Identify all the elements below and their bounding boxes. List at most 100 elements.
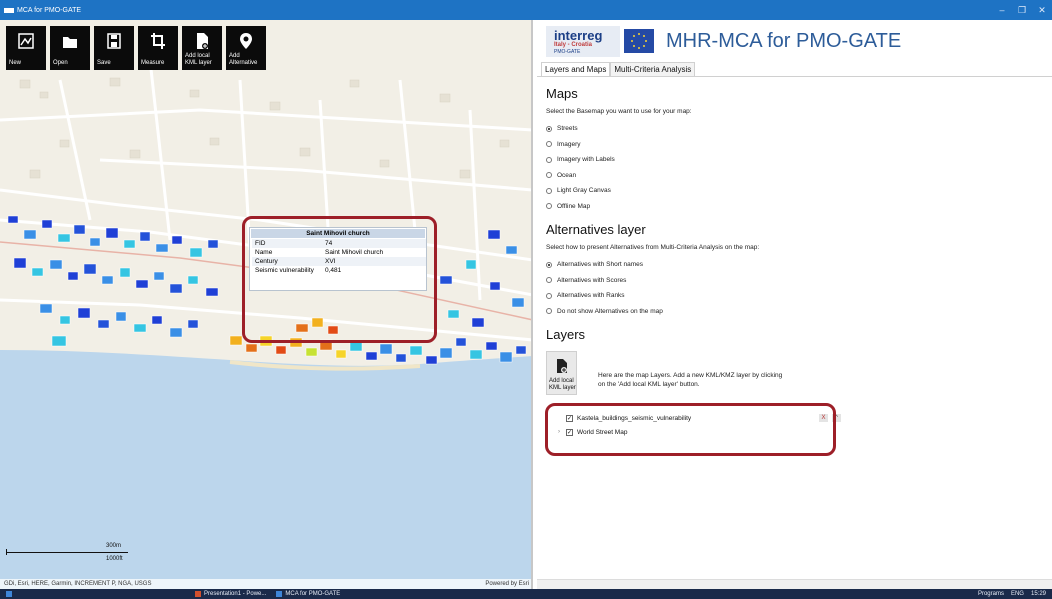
start-button[interactable] <box>6 591 15 597</box>
save-button[interactable]: Save <box>94 26 134 70</box>
new-label: New <box>9 60 22 66</box>
logo-subtitle: Italy - Croatia <box>554 41 593 48</box>
taskbar-item-mca[interactable]: MCA for PMO-GATE <box>276 591 340 597</box>
radio-label: Alternatives with Short names <box>557 261 643 269</box>
radio-label: Imagery with Labels <box>557 156 615 164</box>
scale-bar: 300m 1000ft <box>6 543 130 567</box>
layers-heading: Layers <box>546 327 586 342</box>
alternatives-description: Select how to present Alternatives from … <box>546 244 760 251</box>
radio-selected-icon <box>546 261 552 268</box>
basemap-option-offline[interactable]: Offline Map <box>546 199 1043 215</box>
basemap-option-streets[interactable]: Streets <box>546 121 1043 137</box>
scale-metric: 300m <box>106 543 122 549</box>
tray-clock[interactable]: 15:29 <box>1031 591 1046 597</box>
system-tray: Programs ENG 15:29 <box>978 589 1046 599</box>
panel-tabs: Layers and Maps Multi-Criteria Analysis <box>541 62 1052 76</box>
logo-project: PMO-GATE <box>554 48 581 55</box>
basemap-option-imagery[interactable]: Imagery <box>546 137 1043 153</box>
maps-description: Select the Basemap you want to use for y… <box>546 108 692 115</box>
new-button[interactable]: New <box>6 26 46 70</box>
tray-language[interactable]: ENG <box>1011 591 1024 597</box>
attribution-text: GDi, Esri, HERE, Garmin, INCREMENT P, NG… <box>4 581 152 587</box>
radio-label: Alternatives with Scores <box>557 276 627 284</box>
folder-icon <box>50 32 90 50</box>
basemap-option-ocean[interactable]: Ocean <box>546 168 1043 184</box>
minimize-button[interactable]: – <box>992 5 1012 15</box>
map-view[interactable]: New Open Save Measure Add local KML laye… <box>0 20 533 589</box>
radio-icon <box>546 292 552 299</box>
new-map-icon <box>6 32 46 50</box>
alternatives-heading: Alternatives layer <box>546 222 646 237</box>
app-window: MCA for PMO-GATE – ❐ ✕ New Open Save Mea… <box>0 0 1052 599</box>
measure-button[interactable]: Measure <box>138 26 178 70</box>
map-pin-icon <box>226 32 266 50</box>
radio-selected-icon <box>546 125 552 132</box>
add-kml-button[interactable]: Add local KML layer <box>182 26 222 70</box>
windows-icon <box>6 591 12 597</box>
app-icon <box>4 7 14 13</box>
radio-icon <box>546 141 552 148</box>
scale-imperial: 1000ft <box>106 556 123 562</box>
radio-icon <box>546 187 552 194</box>
layers-description: Here are the map Layers. Add a new KML/K… <box>598 371 782 395</box>
app-title: MHR-MCA for PMO-GATE <box>666 29 902 52</box>
alt-option-ranks[interactable]: Alternatives with Ranks <box>546 288 1043 304</box>
radio-icon <box>546 156 552 163</box>
tab-layers-and-maps[interactable]: Layers and Maps <box>541 62 611 76</box>
file-add-icon <box>182 32 222 50</box>
maximize-button[interactable]: ❐ <box>1012 5 1032 16</box>
save-icon <box>94 32 134 50</box>
panel-header: interreg Italy - Croatia PMO-GATE MHR-MC… <box>537 20 1052 62</box>
layers-description-line2: on the 'Add local KML layer' button. <box>598 381 700 388</box>
file-add-icon <box>557 359 567 373</box>
side-panel: interreg Italy - Croatia PMO-GATE MHR-MC… <box>537 20 1052 589</box>
basemap-option-imagery-labels[interactable]: Imagery with Labels <box>546 152 1043 168</box>
tray-programs[interactable]: Programs <box>978 591 1004 597</box>
layers-description-line1: Here are the map Layers. Add a new KML/K… <box>598 372 783 379</box>
basemap-options: Streets Imagery Imagery with Labels Ocea… <box>546 121 1043 214</box>
taskbar-item-label: MCA for PMO-GATE <box>285 591 341 597</box>
layers-toolbar: Add local KML layer Here are the map Lay… <box>546 351 1043 395</box>
alt-option-hide[interactable]: Do not show Alternatives on the map <box>546 304 1043 320</box>
radio-label: Offline Map <box>557 202 591 210</box>
radio-icon <box>546 203 552 210</box>
add-kml-layer-label: Add local KML layer <box>549 378 576 391</box>
logo-text: interreg <box>554 27 603 43</box>
alt-option-scores[interactable]: Alternatives with Scores <box>546 273 1043 289</box>
taskbar-item-presentation[interactable]: Presentation1 - Powe... <box>195 591 266 597</box>
tab-multi-criteria-analysis[interactable]: Multi-Criteria Analysis <box>610 62 696 76</box>
basemap-option-light-gray[interactable]: Light Gray Canvas <box>546 183 1043 199</box>
radio-label: Alternatives with Ranks <box>557 292 625 300</box>
radio-icon <box>546 308 552 315</box>
layers-highlight <box>545 403 836 456</box>
radio-label: Ocean <box>557 171 577 179</box>
radio-label: Light Gray Canvas <box>557 187 611 195</box>
map-toolbar: New Open Save Measure Add local KML laye… <box>6 26 266 70</box>
taskbar-item-label: Presentation1 - Powe... <box>204 591 267 597</box>
add-alternative-button[interactable]: Add Alternative <box>226 26 266 70</box>
alternatives-options: Alternatives with Short names Alternativ… <box>546 257 1043 319</box>
alt-option-short-names[interactable]: Alternatives with Short names <box>546 257 1043 273</box>
crop-icon <box>138 32 178 50</box>
taskbar: Presentation1 - Powe... MCA for PMO-GATE… <box>0 589 1052 599</box>
save-label: Save <box>97 60 111 66</box>
radio-icon <box>546 172 552 179</box>
app-icon <box>276 591 283 597</box>
add-alternative-label: Add Alternative <box>229 53 258 66</box>
powered-by[interactable]: Powered by Esri <box>485 581 529 587</box>
map-attribution: GDi, Esri, HERE, Garmin, INCREMENT P, NG… <box>0 579 531 589</box>
layers-maps-content: Maps Select the Basemap you want to use … <box>537 76 1052 445</box>
close-button[interactable]: ✕ <box>1032 5 1052 16</box>
window-title: MCA for PMO-GATE <box>17 6 82 14</box>
open-label: Open <box>53 60 68 66</box>
title-bar: MCA for PMO-GATE – ❐ ✕ <box>0 0 1052 20</box>
eu-flag-icon <box>624 28 654 53</box>
open-button[interactable]: Open <box>50 26 90 70</box>
measure-label: Measure <box>141 60 165 66</box>
add-kml-label: Add local KML layer <box>185 53 212 66</box>
maps-heading: Maps <box>546 86 578 101</box>
add-kml-layer-button[interactable]: Add local KML layer <box>546 351 577 395</box>
radio-label: Do not show Alternatives on the map <box>557 307 663 315</box>
radio-label: Imagery <box>557 140 581 148</box>
horizontal-scrollbar[interactable] <box>537 579 1052 589</box>
